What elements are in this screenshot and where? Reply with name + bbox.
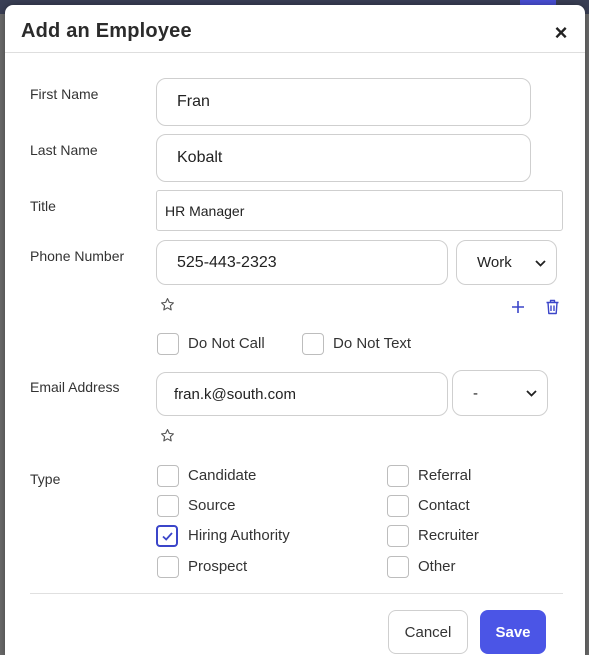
- footer-divider: [30, 593, 563, 594]
- type-prospect-label: Prospect: [188, 558, 248, 575]
- type-source-checkbox[interactable]: [157, 495, 179, 517]
- email-type-value: -: [473, 384, 478, 402]
- email-address-label: Email Address: [30, 379, 120, 395]
- chevron-down-icon: [535, 256, 546, 270]
- phone-type-select[interactable]: Work: [456, 240, 557, 285]
- save-button[interactable]: Save: [480, 610, 546, 654]
- do-not-text-label: Do Not Text: [333, 335, 412, 352]
- close-icon[interactable]: ×: [549, 22, 573, 47]
- email-type-select[interactable]: -: [452, 370, 548, 416]
- star-outline-icon[interactable]: [160, 297, 175, 315]
- add-employee-modal: Add an Employee × First Name Last Name T…: [5, 5, 585, 655]
- type-referral-label: Referral: [418, 467, 472, 484]
- plus-icon[interactable]: [508, 297, 528, 317]
- type-hiring-authority-checkbox[interactable]: [156, 525, 178, 547]
- modal-header: Add an Employee ×: [5, 5, 585, 53]
- phone-number-label: Phone Number: [30, 248, 125, 264]
- type-referral-checkbox[interactable]: [387, 465, 409, 487]
- type-other-label: Other: [418, 558, 456, 575]
- do-not-call-label: Do Not Call: [188, 335, 265, 352]
- first-name-input[interactable]: [156, 78, 531, 126]
- title-label: Title: [30, 198, 56, 214]
- type-other-checkbox[interactable]: [387, 556, 409, 578]
- chevron-down-icon: [526, 386, 537, 400]
- type-contact-checkbox[interactable]: [387, 495, 409, 517]
- email-address-input[interactable]: [156, 372, 448, 416]
- type-hiring-authority-label: Hiring Authority: [188, 527, 290, 544]
- type-candidate-checkbox[interactable]: [157, 465, 179, 487]
- cancel-button[interactable]: Cancel: [388, 610, 468, 654]
- type-label: Type: [30, 471, 61, 487]
- type-source-label: Source: [188, 497, 236, 514]
- do-not-call-checkbox[interactable]: [157, 333, 179, 355]
- type-prospect-checkbox[interactable]: [157, 556, 179, 578]
- phone-number-input[interactable]: [156, 240, 448, 285]
- type-candidate-label: Candidate: [188, 467, 257, 484]
- phone-type-value: Work: [477, 254, 512, 271]
- title-input[interactable]: [156, 190, 563, 231]
- trash-icon[interactable]: [542, 297, 562, 317]
- star-outline-icon[interactable]: [160, 428, 175, 446]
- checkmark-icon: [162, 532, 173, 541]
- first-name-label: First Name: [30, 86, 99, 102]
- last-name-input[interactable]: [156, 134, 531, 182]
- modal-title: Add an Employee: [21, 20, 192, 42]
- type-recruiter-label: Recruiter: [418, 527, 479, 544]
- type-recruiter-checkbox[interactable]: [387, 525, 409, 547]
- type-contact-label: Contact: [418, 497, 470, 514]
- last-name-label: Last Name: [30, 142, 98, 158]
- do-not-text-checkbox[interactable]: [302, 333, 324, 355]
